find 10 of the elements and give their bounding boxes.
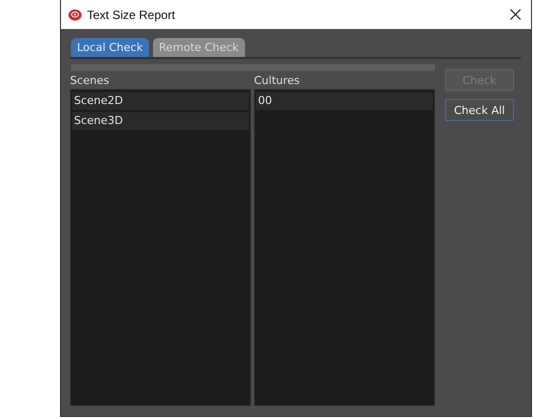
close-icon[interactable] bbox=[510, 9, 521, 20]
action-button[interactable]: Check All bbox=[445, 99, 514, 121]
tab[interactable]: Local Check bbox=[71, 38, 149, 57]
list-item[interactable]: 00 bbox=[256, 92, 433, 110]
window-title: Text Size Report bbox=[87, 8, 176, 22]
column-heading: Cultures bbox=[254, 74, 301, 89]
list-item[interactable]: Scene2D bbox=[72, 92, 249, 110]
column-heading: Scenes bbox=[70, 74, 110, 89]
list-item[interactable]: Scene3D bbox=[72, 112, 249, 130]
app-icon bbox=[68, 8, 82, 22]
